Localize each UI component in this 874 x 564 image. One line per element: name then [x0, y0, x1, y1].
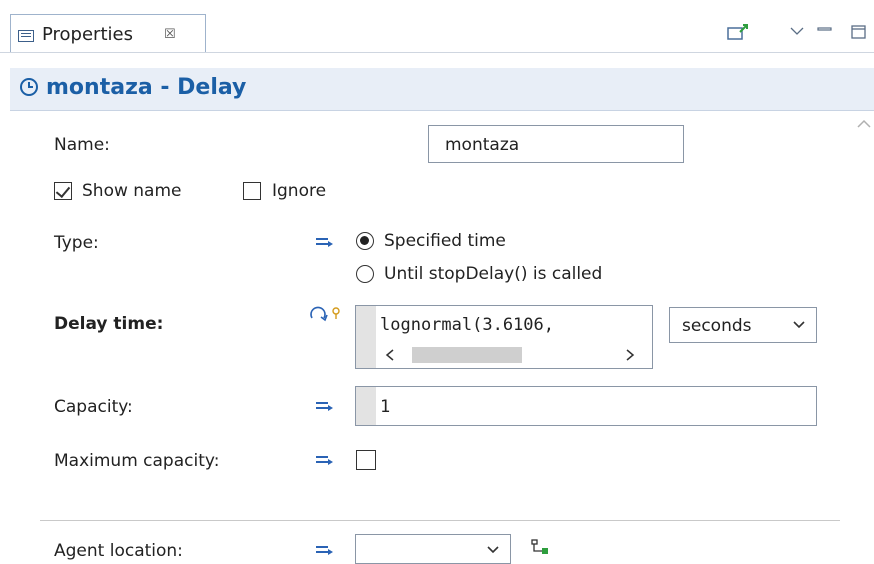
dynamic-value-icon[interactable]: [308, 306, 342, 326]
type-specified-time-label: Specified time: [384, 231, 506, 251]
editor-gutter: [356, 306, 376, 368]
scroll-left-icon[interactable]: [384, 348, 396, 362]
select-node-icon[interactable]: [530, 538, 552, 556]
view-menu-icon[interactable]: [788, 22, 806, 42]
maximize-icon[interactable]: [850, 22, 868, 42]
agent-location-select[interactable]: [355, 534, 511, 564]
name-input[interactable]: montaza: [428, 125, 684, 163]
show-name-label: Show name: [82, 181, 182, 201]
static-value-icon[interactable]: [316, 236, 334, 248]
max-capacity-checkbox[interactable]: [356, 450, 376, 470]
type-until-stop-label: Until stopDelay() is called: [384, 264, 603, 284]
ignore-label: Ignore: [272, 181, 327, 201]
capacity-label: Capacity:: [54, 397, 133, 417]
delay-time-label: Delay time:: [54, 314, 164, 334]
max-capacity-label: Maximum capacity:: [54, 451, 220, 471]
name-label: Name:: [54, 135, 110, 155]
ignore-checkbox[interactable]: [243, 182, 261, 200]
delay-units-value: seconds: [682, 316, 752, 336]
scroll-right-icon[interactable]: [624, 348, 636, 362]
static-value-icon[interactable]: [316, 454, 334, 466]
clock-icon: [20, 78, 38, 96]
type-until-stop-radio[interactable]: [356, 265, 374, 283]
capacity-input[interactable]: 1: [355, 386, 817, 426]
name-input-value: montaza: [445, 135, 520, 155]
pin-editor-icon[interactable]: [726, 22, 750, 42]
show-name-checkbox[interactable]: [54, 182, 72, 200]
delay-units-select[interactable]: seconds: [669, 307, 817, 343]
page-title: montaza - Delay: [46, 75, 247, 100]
capacity-value: 1: [380, 397, 391, 417]
type-specified-time-radio[interactable]: [356, 232, 374, 250]
tab-properties-label: Properties: [42, 24, 133, 45]
horizontal-scrollbar[interactable]: [376, 344, 652, 366]
scrollbar-thumb[interactable]: [412, 347, 522, 363]
close-tab-icon[interactable]: ☒: [164, 27, 176, 43]
agent-location-label: Agent location:: [54, 541, 183, 561]
chevron-down-icon: [487, 546, 499, 554]
static-value-icon[interactable]: [316, 400, 334, 412]
static-value-icon[interactable]: [316, 544, 334, 556]
minimize-icon[interactable]: [816, 22, 834, 42]
type-label: Type:: [54, 233, 99, 253]
chevron-down-icon: [793, 321, 805, 329]
scroll-up-icon[interactable]: [856, 118, 872, 130]
delay-time-value: lognormal(3.6106,: [380, 315, 554, 335]
section-divider: [40, 520, 840, 521]
delay-time-input[interactable]: lognormal(3.6106,: [355, 305, 653, 369]
properties-view-icon: [18, 30, 34, 42]
editor-gutter: [356, 387, 376, 425]
